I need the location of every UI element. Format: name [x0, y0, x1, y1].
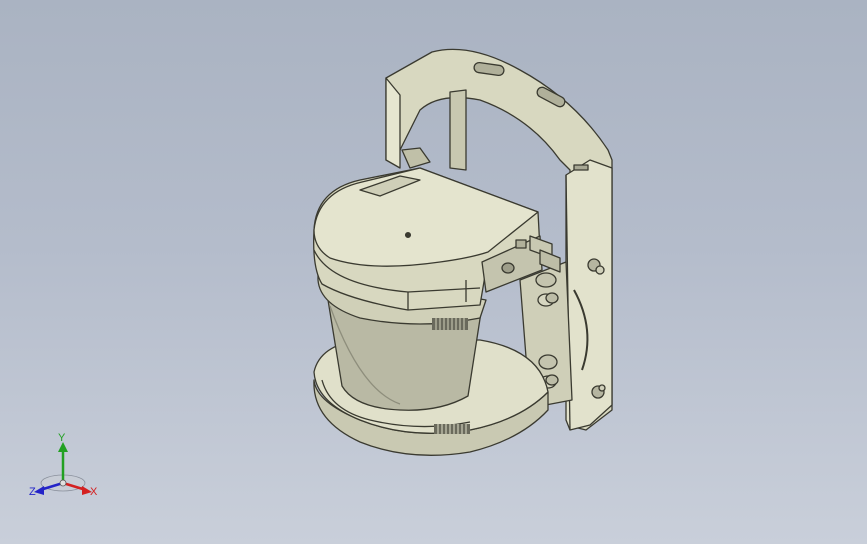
- x-axis-label: X: [90, 486, 98, 498]
- graphics-viewport[interactable]: Y X Z: [0, 0, 867, 544]
- y-axis-label: Y: [58, 432, 66, 444]
- z-axis-label: Z: [29, 486, 36, 498]
- model-icon: [313, 48, 613, 456]
- 3d-model[interactable]: [0, 0, 867, 544]
